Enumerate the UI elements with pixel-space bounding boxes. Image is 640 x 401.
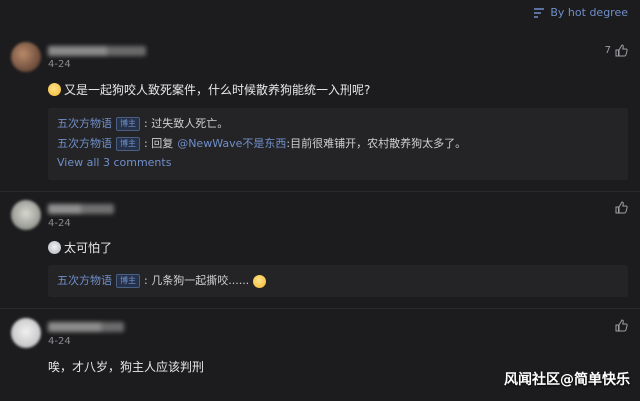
divider [0, 191, 640, 192]
op-badge: 博主 [116, 117, 140, 131]
comment-text: 又是一起狗咬人致死案件，什么时候散养狗能统一入刑呢? [48, 81, 370, 98]
reply-text: : 几条狗一起撕咬...... [144, 274, 250, 287]
op-badge: 博主 [116, 274, 140, 288]
sort-toggle[interactable]: By hot degree [533, 6, 628, 19]
thumb-up-icon [615, 44, 628, 57]
like-count-value: 7 [604, 45, 611, 56]
reply-item: 五次方物语 博主 : 过失致人死亡。 [57, 114, 619, 134]
username-blurred[interactable] [48, 322, 124, 332]
username-blurred[interactable] [48, 204, 114, 214]
reply-item: 五次方物语 博主 : 几条狗一起撕咬...... [57, 271, 619, 291]
op-badge: 博主 [116, 137, 140, 151]
comment-date: 4-24 [48, 218, 71, 229]
reply-mention[interactable]: @NewWave不是东西 [177, 134, 286, 154]
comment-text: 太可怕了 [48, 239, 112, 256]
like-count[interactable]: 7 [605, 44, 628, 57]
reply-item: 五次方物语 博主 : 回复 @NewWave不是东西 :目前很难铺开，农村散养狗… [57, 134, 619, 154]
username-blurred[interactable] [48, 46, 146, 56]
reply-author[interactable]: 五次方物语 [57, 114, 112, 134]
smirk-face-icon [253, 274, 267, 288]
view-all-comments-link[interactable]: View all 3 comments [57, 154, 619, 172]
comment-date: 4-24 [48, 336, 71, 347]
watermark: 风闻社区@简单快乐 [504, 372, 630, 388]
thinking-face-icon [48, 83, 61, 96]
avatar[interactable] [11, 42, 41, 72]
avatar[interactable] [11, 200, 41, 230]
reply-box: 五次方物语 博主 : 过失致人死亡。 五次方物语 博主 : 回复 @NewWav… [48, 108, 628, 180]
comment-date: 4-24 [48, 59, 71, 70]
divider [0, 308, 640, 309]
like-button[interactable] [615, 201, 628, 214]
reply-text: :目前很难铺开，农村散养狗太多了。 [286, 137, 467, 150]
sort-label: By hot degree [550, 6, 628, 19]
reply-prefix: : 回复 [144, 137, 174, 150]
comment-text: 唉，才八岁，狗主人应该判刑 [48, 360, 205, 374]
like-button[interactable] [615, 319, 628, 332]
reply-box: 五次方物语 博主 : 几条狗一起撕咬...... [48, 265, 628, 297]
reply-author[interactable]: 五次方物语 [57, 271, 112, 291]
thumb-up-icon [615, 201, 628, 214]
reply-author[interactable]: 五次方物语 [57, 134, 112, 154]
thumb-up-icon [615, 319, 628, 332]
sort-icon [533, 7, 545, 19]
scared-face-icon [48, 241, 61, 254]
reply-text: : 过失致人死亡。 [144, 117, 229, 130]
avatar[interactable] [11, 318, 41, 348]
